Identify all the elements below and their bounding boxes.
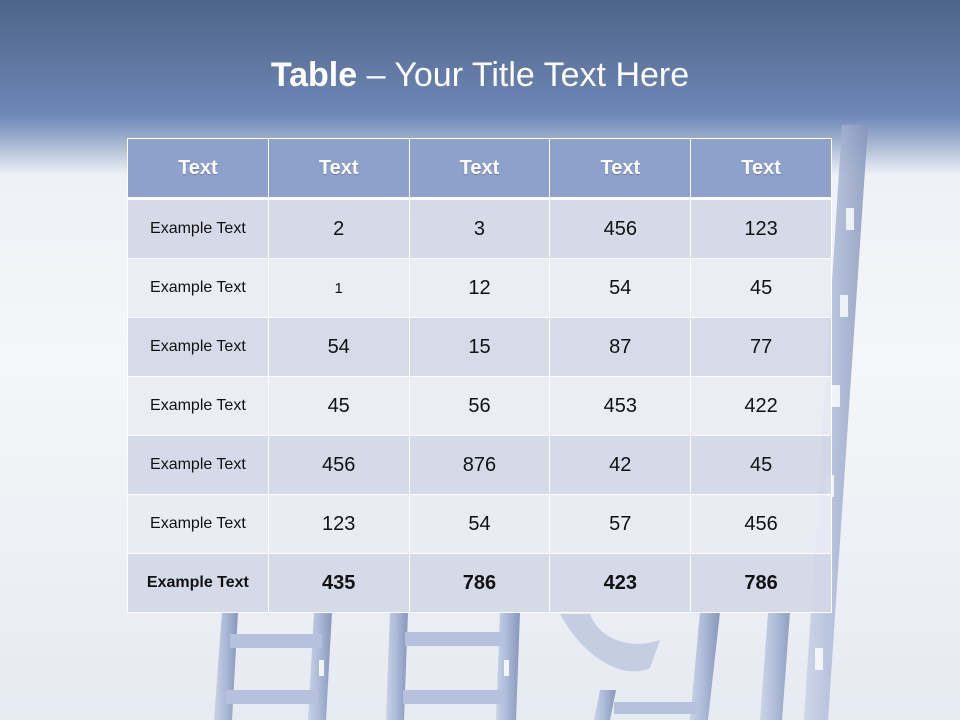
table-cell: 45 xyxy=(690,435,832,495)
title-bold-text: Table xyxy=(270,56,358,94)
slide-title: Table – Your Title Text Here xyxy=(0,52,960,98)
table-cell: 786 xyxy=(408,553,551,613)
column-header: Text xyxy=(549,138,692,200)
table-cell: 453 xyxy=(549,376,692,436)
table-cell: 45 xyxy=(267,376,410,436)
column-header: Text xyxy=(690,138,832,200)
table-cell: 423 xyxy=(549,553,692,613)
table-cell: 435 xyxy=(267,553,410,613)
table-cell: 57 xyxy=(549,494,692,554)
row-label: Example Text xyxy=(127,553,269,613)
row-label: Example Text xyxy=(127,258,269,318)
row-label: Example Text xyxy=(127,435,269,495)
table-row: Example Text 2 3 456 123 xyxy=(127,198,832,259)
column-header: Text xyxy=(127,138,269,200)
table-row: Example Text 456 876 42 45 xyxy=(127,435,832,495)
table-cell: 56 xyxy=(408,376,551,436)
table-header-row: Text Text Text Text Text xyxy=(127,138,832,200)
curved-ladder xyxy=(560,612,790,720)
row-label: Example Text xyxy=(127,317,269,377)
table-row: Example Text 54 15 87 77 xyxy=(127,317,832,377)
row-label: Example Text xyxy=(127,198,269,259)
table-cell: 456 xyxy=(267,435,410,495)
table-cell: 876 xyxy=(408,435,551,495)
row-label: Example Text xyxy=(127,494,269,554)
table-cell: 1 xyxy=(267,258,410,318)
table-cell: 45 xyxy=(690,258,832,318)
slide: Table – Your Title Text Here Text Text T… xyxy=(0,0,960,720)
table-cell: 123 xyxy=(267,494,410,554)
table-row: Example Text 45 56 453 422 xyxy=(127,376,832,436)
table-cell: 456 xyxy=(690,494,832,554)
table-row: Example Text 123 54 57 456 xyxy=(127,494,832,554)
table-cell: 54 xyxy=(267,317,410,377)
data-table: Text Text Text Text Text Example Text 2 … xyxy=(127,138,832,613)
table-cell: 87 xyxy=(549,317,692,377)
table-cell: 456 xyxy=(549,198,692,259)
table-cell: 12 xyxy=(408,258,551,318)
column-header: Text xyxy=(267,138,410,200)
table-cell: 15 xyxy=(408,317,551,377)
title-rest-text: – Your Title Text Here xyxy=(357,56,690,94)
table-cell: 77 xyxy=(690,317,832,377)
table-cell: 422 xyxy=(690,376,832,436)
column-header: Text xyxy=(408,138,551,200)
table-cell: 2 xyxy=(267,198,410,259)
table-row: Example Text 1 12 54 45 xyxy=(127,258,832,318)
table-total-row: Example Text 435 786 423 786 xyxy=(127,553,832,613)
left-ladder xyxy=(214,612,332,720)
table-cell: 42 xyxy=(549,435,692,495)
table-cell: 54 xyxy=(549,258,692,318)
table-cell: 123 xyxy=(690,198,832,259)
table-cell: 54 xyxy=(408,494,551,554)
table-cell: 786 xyxy=(690,553,832,613)
row-label: Example Text xyxy=(127,376,269,436)
middle-ladder xyxy=(386,612,520,720)
table-cell: 3 xyxy=(408,198,551,259)
